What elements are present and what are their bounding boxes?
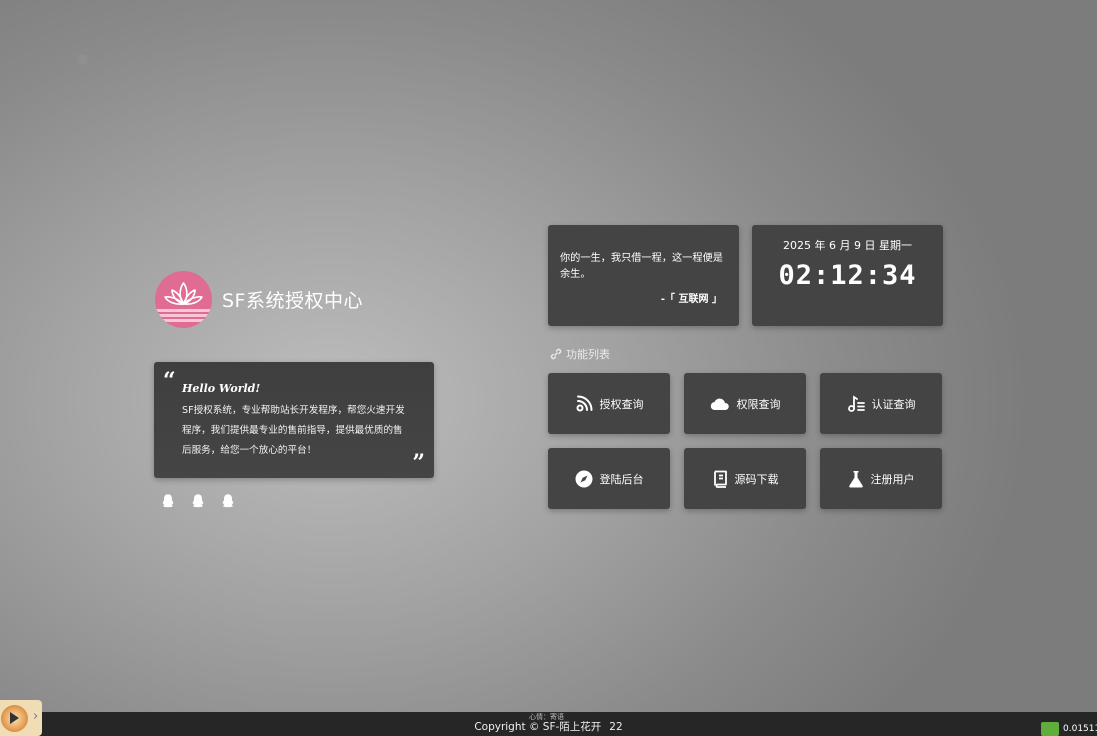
intro-title: Hello World! <box>182 382 261 395</box>
source-download-button[interactable]: 源码下载 <box>684 448 806 509</box>
qq-icon[interactable] <box>220 493 236 509</box>
compass-icon <box>575 470 592 487</box>
cloud-icon <box>710 398 729 410</box>
feature-label: 授权查询 <box>599 397 644 411</box>
decorative-dot <box>77 54 88 65</box>
clock-time: 02:12:34 <box>778 260 917 291</box>
feature-label: 权限查询 <box>736 397 781 411</box>
intro-text: SF授权系统，专业帮助站长开发程序，帮您火速开发程序，我们提供最专业的售前指导，… <box>182 405 405 456</box>
daily-quote-card: 你的一生，我只借一程，这一程便是余生。 -「 互联网 」 <box>548 225 739 326</box>
copyright-year: 22 <box>609 721 623 733</box>
permission-query-button[interactable]: 权限查询 <box>684 373 806 434</box>
auth-query-button[interactable]: 授权查询 <box>548 373 670 434</box>
admin-login-button[interactable]: 登陆后台 <box>548 448 670 509</box>
feature-section-title: 功能列表 <box>550 346 610 362</box>
open-quote-icon: “ <box>163 368 176 394</box>
brand-name: SF系统授权中心 <box>222 290 363 312</box>
music-list-icon <box>847 394 865 412</box>
quote-text: 你的一生，我只借一程，这一程便是余生。 <box>560 253 723 280</box>
flask-icon <box>848 470 863 488</box>
contact-links <box>160 493 236 509</box>
intro-card: “ Hello World! SF授权系统，专业帮助站长开发程序，帮您火速开发程… <box>154 362 434 478</box>
lotus-logo-icon <box>155 271 212 328</box>
feature-label: 源码下载 <box>734 472 779 486</box>
qq-icon[interactable] <box>160 493 176 509</box>
certificate-query-button[interactable]: 认证查询 <box>820 373 942 434</box>
copyright: Copyright © SF-陌上花开 22 <box>0 719 1097 734</box>
close-quote-icon: ” <box>412 450 425 476</box>
register-user-button[interactable]: 注册用户 <box>820 448 942 509</box>
book-icon <box>713 470 727 488</box>
clock-date: 2025 年 6 月 9 日 星期一 <box>783 239 912 252</box>
link-icon <box>550 348 562 360</box>
broadcast-icon <box>576 395 592 411</box>
copyright-text: Copyright © SF-陌上花开 <box>474 721 602 733</box>
stat-value: 0.015118 <box>1063 724 1097 734</box>
qq-icon[interactable] <box>190 493 206 509</box>
brand: SF系统授权中心 <box>155 271 363 328</box>
feature-label: 认证查询 <box>871 397 916 411</box>
feature-label: 注册用户 <box>870 472 915 486</box>
clock-card: 2025 年 6 月 9 日 星期一 02:12:34 <box>752 225 943 326</box>
quote-source: -「 互联网 」 <box>660 294 722 305</box>
leaf-icon <box>1041 722 1059 736</box>
feature-label: 登陆后台 <box>599 472 644 486</box>
section-title-label: 功能列表 <box>566 348 610 361</box>
page-stat: 0.015118 <box>1041 722 1097 736</box>
